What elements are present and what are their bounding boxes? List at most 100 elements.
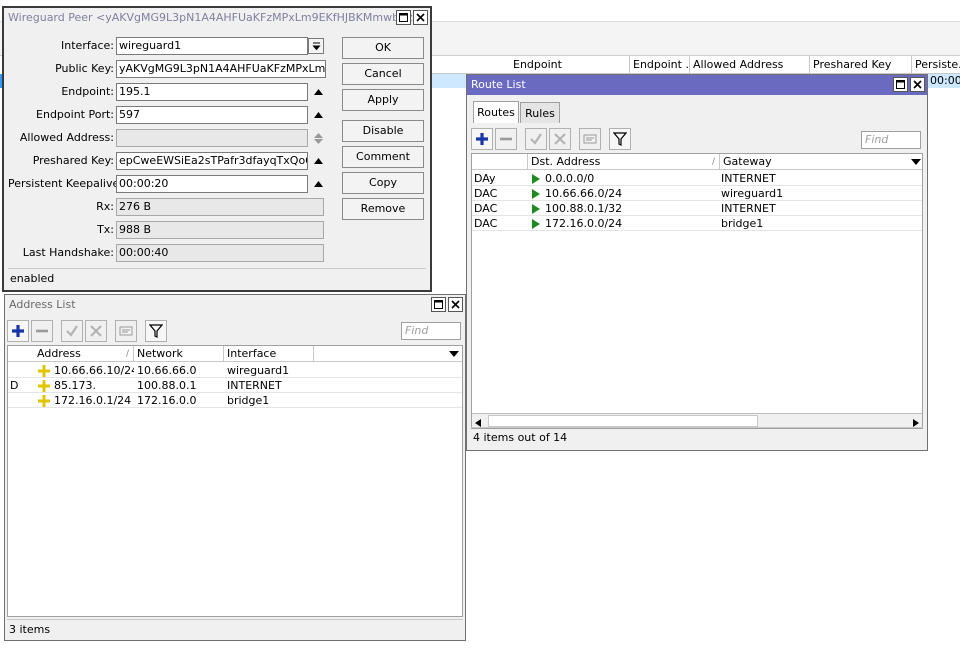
public-key-input[interactable]: yAKVgMG9L3pN1A4AHFUaKFzMPxLm9EI [116,60,326,78]
address-icon [38,378,52,393]
route-find-input[interactable]: Find [861,131,921,149]
remove-button[interactable]: Remove [342,198,424,220]
persistent-keepalive-input[interactable]: 00:00:20 [116,175,308,193]
triangle-up-icon [313,181,323,187]
preshared-key-label: Preshared Key: [32,154,114,167]
cancel-button[interactable]: Cancel [342,63,424,85]
copy-button[interactable]: Copy [342,172,424,194]
address-list-title: Address List [9,298,76,311]
column-preshared-key[interactable]: Preshared Key [810,56,912,74]
flags-column-header[interactable] [472,154,528,170]
add-button[interactable] [7,320,29,342]
persistent-keepalive-collapse-button[interactable] [310,175,326,193]
scroll-thumb[interactable] [488,415,758,427]
allowed-address-label: Allowed Address: [19,131,114,144]
row-gateway: bridge1 [721,217,764,230]
table-row[interactable]: DAy 0.0.0.0/0 INTERNET [472,171,922,186]
endpoint-port-label: Endpoint Port: [36,108,114,121]
sort-indicator-icon: / [711,157,715,167]
address-list-status: 3 items [7,619,463,639]
interface-select[interactable]: wireguard1 [116,37,308,55]
disable-item-button[interactable] [549,128,571,150]
preshared-key-input[interactable]: epCweEWSiEa2sTPafr3dfayqTxQo66Q [116,152,308,170]
network-column-header[interactable]: Network [134,346,224,362]
table-row[interactable]: DAC 10.66.66.0/24 wireguard1 [472,186,922,201]
rx-value: 276 B [116,198,324,216]
table-row[interactable]: 172.16.0.1/24 172.16.0.0 bridge1 [8,393,462,408]
address-list-titlebar[interactable]: Address List [5,295,465,315]
comment-item-button[interactable] [115,320,137,342]
column-endpoint[interactable]: Endpoint [510,56,630,74]
endpoint-port-collapse-button[interactable] [310,106,326,124]
comment-icon [583,134,597,144]
maximize-icon [399,13,408,22]
close-button[interactable] [910,77,925,92]
triangle-up-icon [313,89,323,95]
filter-button[interactable] [145,320,167,342]
column-persistent-keepalive[interactable]: Persiste... [912,56,960,74]
comment-item-button[interactable] [579,128,601,150]
address-list-table: Address / Network Interface 10.66.66.10/… [7,345,463,617]
endpoint-input[interactable]: 195.1 [116,83,308,101]
filter-button[interactable] [609,128,631,150]
address-list-toolbar: Find [5,320,465,346]
table-row[interactable]: 10.66.66.10/24 10.66.66.0 wireguard1 [8,363,462,378]
maximize-icon [896,80,905,89]
triangle-up-icon [313,132,323,138]
row-address: 10.66.66.10/24 [54,364,134,377]
disable-button[interactable]: Disable [342,120,424,142]
enable-button[interactable] [61,320,83,342]
columns-dropdown-button[interactable] [446,346,462,362]
horizontal-scrollbar[interactable] [472,413,922,428]
comment-button[interactable]: Comment [342,146,424,168]
maximize-button[interactable] [431,297,446,312]
interface-column-header[interactable]: Interface [224,346,314,362]
rx-label: Rx: [96,200,114,213]
allowed-address-input[interactable] [116,129,308,147]
endpoint-collapse-button[interactable] [310,83,326,101]
tab-rules[interactable]: Rules [520,102,560,123]
public-key-label: Public Key: [55,62,114,75]
remove-item-button[interactable] [31,320,53,342]
gateway-column-header[interactable]: Gateway [720,154,908,170]
sort-indicator-icon: / [125,349,129,359]
dst-address-column-header[interactable]: Dst. Address / [528,154,720,170]
row-network: 100.88.0.1 [137,379,197,392]
address-find-input[interactable]: Find [401,322,461,340]
route-list-titlebar[interactable]: Route List [467,75,927,95]
columns-dropdown-button[interactable] [908,154,922,170]
close-button[interactable] [413,10,428,25]
cross-icon [554,133,566,145]
maximize-button[interactable] [893,77,908,92]
table-row[interactable]: DAC 100.88.0.1/32 INTERNET [472,201,922,216]
disable-item-button[interactable] [85,320,107,342]
route-list-toolbar: Find [467,128,927,154]
close-button[interactable] [448,297,463,312]
endpoint-label: Endpoint: [61,85,114,98]
interface-dropdown-button[interactable] [308,38,324,54]
apply-button[interactable]: Apply [342,89,424,111]
check-icon [530,133,542,145]
table-row[interactable]: D 85.173. 100.88.0.1 INTERNET [8,378,462,393]
address-icon [38,363,52,378]
add-button[interactable] [471,128,493,150]
endpoint-port-input[interactable]: 597 [116,106,308,124]
route-list-header: Dst. Address / Gateway [472,154,922,170]
table-row[interactable]: DAC 172.16.0.0/24 bridge1 [472,216,922,231]
column-allowed-address[interactable]: Allowed Address [690,56,810,74]
main-list-header: Endpoint Endpoint ... Allowed Address Pr… [430,56,960,74]
wireguard-peer-titlebar[interactable]: Wireguard Peer <yAKVgMG9L3pN1A4AHFUaKFzM… [4,8,430,28]
enable-button[interactable] [525,128,547,150]
tab-routes[interactable]: Routes [473,101,519,123]
column-endpoint-port[interactable]: Endpoint ... [630,56,690,74]
maximize-button[interactable] [396,10,411,25]
ok-button[interactable]: OK [342,37,424,59]
allowed-address-stepper[interactable] [310,129,326,147]
remove-item-button[interactable] [495,128,517,150]
plus-icon [12,325,24,337]
peer-status: enabled [8,268,426,288]
preshared-key-collapse-button[interactable] [310,152,326,170]
row-flags: DAy [474,172,496,185]
filter-icon [613,132,627,146]
address-column-header[interactable]: Address / [34,346,134,362]
